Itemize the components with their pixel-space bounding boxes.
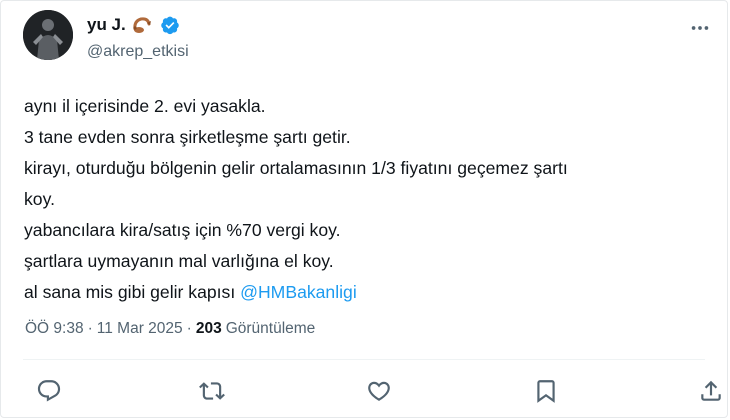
tweet-date[interactable]: 11 Mar 2025: [97, 320, 183, 338]
mention-link[interactable]: @HMBakanligi: [240, 282, 357, 302]
share-icon[interactable]: [698, 378, 724, 404]
bookmark-icon[interactable]: [533, 378, 559, 404]
meta-separator: ·: [87, 320, 93, 337]
tweet-text: aynı il içerisinde 2. evi yasakla. 3 tan…: [24, 91, 714, 308]
views-label: Görüntüleme: [225, 320, 316, 337]
tweet-line: yabancılara kira/satış için %70 vergi ko…: [24, 220, 341, 240]
more-options-icon[interactable]: [689, 17, 711, 39]
author-row: yu J.: [87, 15, 180, 35]
avatar[interactable]: [23, 10, 73, 60]
tweet-line: 3 tane evden sonra şirketleşme şartı get…: [24, 127, 351, 147]
divider: [23, 359, 705, 360]
tweet-card: yu J. @akrep_etkisi aynı il içerisinde 2…: [0, 0, 728, 418]
like-icon[interactable]: [366, 378, 392, 404]
meta-separator: ·: [186, 320, 192, 337]
avatar-image: [23, 10, 73, 60]
scorpion-emoji-icon: [132, 16, 154, 34]
tweet-line: kirayı, oturduğu bölgenin gelir ortalama…: [24, 158, 568, 178]
reply-icon[interactable]: [36, 378, 62, 404]
views-count: 203: [195, 320, 222, 337]
tweet-line: aynı il içerisinde 2. evi yasakla.: [24, 96, 266, 116]
tweet-time[interactable]: ÖÖ 9:38: [25, 320, 84, 338]
display-name[interactable]: yu J.: [87, 15, 126, 35]
tweet-last-line: al sana mis gibi gelir kapısı @HMBakanli…: [24, 277, 714, 308]
author-handle[interactable]: @akrep_etkisi: [87, 43, 189, 61]
tweet-line: koy.: [24, 189, 55, 209]
retweet-icon[interactable]: [199, 378, 225, 404]
tweet-line: şartlara uymayanın mal varlığına el koy.: [24, 251, 334, 271]
tweet-meta: ÖÖ 9:38 · 11 Mar 2025 · 203 Görüntüleme: [25, 320, 315, 338]
tweet-last-line-text: al sana mis gibi gelir kapısı: [24, 282, 241, 302]
verified-badge-icon: [160, 15, 180, 35]
